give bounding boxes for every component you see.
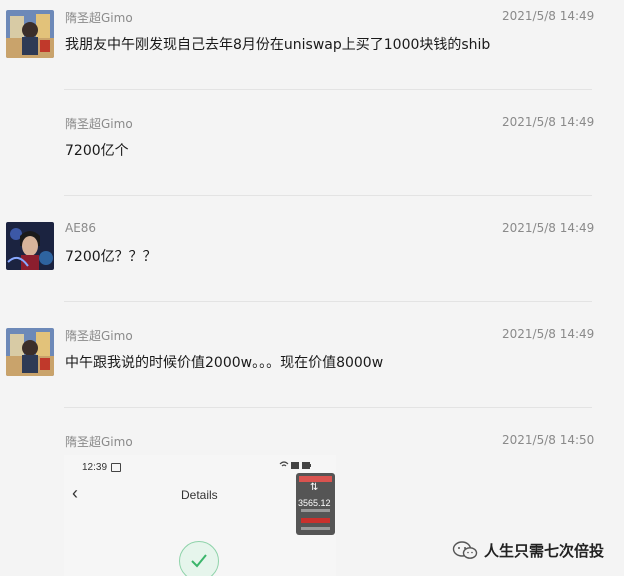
signal-battery-icon xyxy=(279,460,315,472)
message-text: 7200亿个 xyxy=(65,143,129,159)
sender-name: AE86 xyxy=(65,221,97,235)
message-timestamp: 2021/5/8 14:49 xyxy=(502,327,595,341)
watermark: 人生只需七次倍投 xyxy=(452,538,604,562)
divider xyxy=(64,407,592,408)
wechat-icon xyxy=(452,541,478,559)
thumbnail-value: 3565.12 xyxy=(298,498,331,508)
sender-name: 隋圣超Gimo xyxy=(65,329,133,343)
message-text: 中午跟我说的时候价值2000w。。。现在价值8000w xyxy=(65,355,384,371)
avatar[interactable] xyxy=(6,328,54,376)
chat-history-page: 隋圣超Gimo 2021/5/8 14:49 我朋友中午刚发现自己去年8月份在u… xyxy=(0,0,624,576)
image-icon xyxy=(111,463,121,472)
sender-name: 隋圣超Gimo xyxy=(65,435,133,449)
thumbnail-line xyxy=(301,527,330,530)
message-timestamp: 2021/5/8 14:50 xyxy=(502,433,595,447)
arrow-icon: ⇅ xyxy=(310,482,319,493)
divider xyxy=(64,301,592,302)
avatar[interactable] xyxy=(6,222,54,270)
status-bar-time: 12:39 xyxy=(82,462,108,473)
message-timestamp: 2021/5/8 14:49 xyxy=(502,221,595,235)
message-text: 我朋友中午刚发现自己去年8月份在uniswap上买了1000块钱的shib xyxy=(65,37,491,53)
thumbnail-highlight xyxy=(301,518,330,523)
screen-title: Details xyxy=(181,488,218,502)
floating-thumbnail[interactable]: ⇅ 3565.12 xyxy=(296,473,335,535)
message-text: 7200亿？？？ xyxy=(65,249,157,265)
sender-name: 隋圣超Gimo xyxy=(65,11,133,25)
watermark-text: 人生只需七次倍投 xyxy=(484,541,605,560)
divider xyxy=(64,89,592,90)
sender-name: 隋圣超Gimo xyxy=(65,117,133,131)
check-circle-icon xyxy=(179,541,219,576)
thumbnail-line xyxy=(301,509,330,512)
message-timestamp: 2021/5/8 14:49 xyxy=(502,115,595,129)
chevron-left-icon[interactable]: ‹ xyxy=(72,483,78,504)
divider xyxy=(64,195,592,196)
message-timestamp: 2021/5/8 14:49 xyxy=(502,9,595,23)
avatar[interactable] xyxy=(6,10,54,58)
